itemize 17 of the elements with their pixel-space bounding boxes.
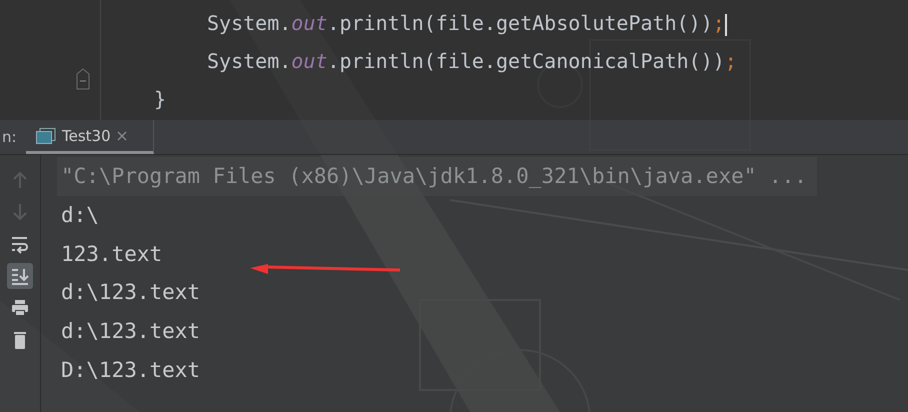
code-line: System.out.println(file.getAbsolutePath());	[206, 10, 727, 38]
run-tab[interactable]: Test30	[26, 120, 154, 154]
console-line: D:\123.text	[61, 356, 200, 384]
console-line: d:\123.text	[61, 318, 200, 346]
print-icon	[10, 298, 30, 318]
scroll-to-end-icon	[10, 266, 30, 286]
console-line: 123.text	[61, 240, 162, 268]
console-line: d:\	[61, 202, 99, 229]
close-icon[interactable]	[116, 130, 127, 140]
code-line: }	[153, 86, 166, 113]
wrap-icon	[10, 234, 30, 254]
fold-icon[interactable]	[76, 68, 90, 90]
toolbar-button[interactable]	[7, 263, 33, 289]
code-line: System.out.println(file.getCanonicalPath());	[206, 48, 737, 75]
panel-label: n:	[1, 128, 18, 146]
console-line: d:\123.text	[61, 279, 200, 306]
console-icon	[36, 128, 56, 144]
